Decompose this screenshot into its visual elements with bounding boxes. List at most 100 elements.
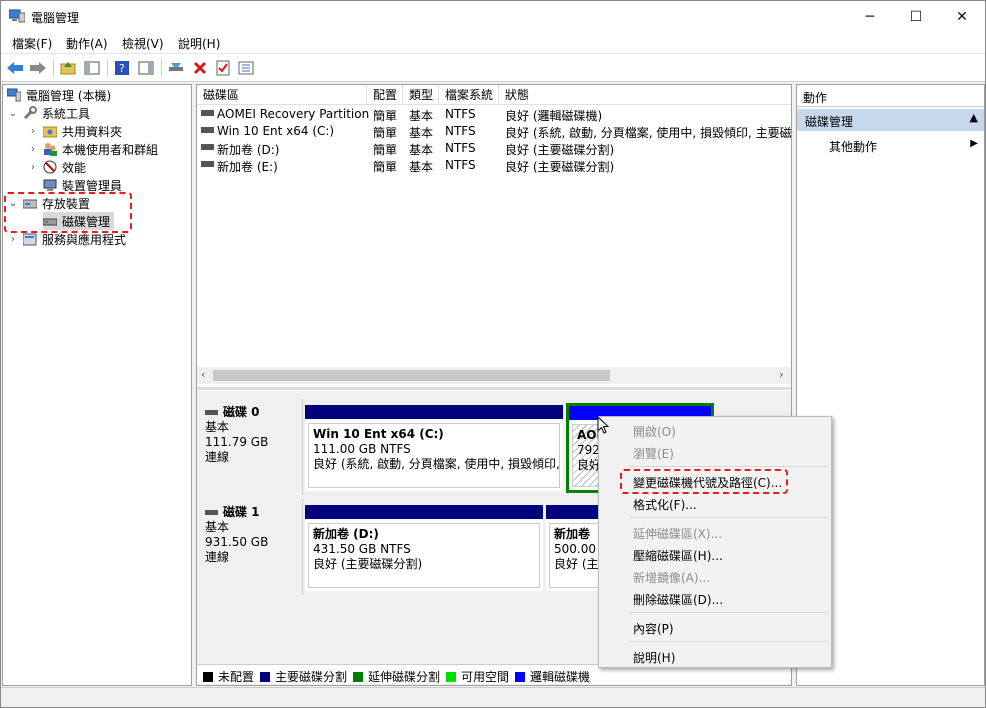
tree-item-local-users[interactable]: › 本機使用者和群組 (27, 140, 158, 158)
legend-item: 邏輯磁碟機 (515, 668, 590, 685)
menu-delete-volume[interactable]: 刪除磁碟區(D)... (633, 591, 723, 608)
column-status[interactable]: 狀態 (499, 85, 791, 105)
disk-name: 磁碟 1 (223, 505, 260, 519)
menu-add-mirror[interactable]: 新增鏡像(A)... (633, 569, 710, 586)
volume-filesystem: NTFS (445, 124, 476, 138)
chevron-down-icon[interactable]: ⌄ (7, 108, 19, 119)
chevron-right-icon[interactable]: › (27, 162, 39, 173)
actions-header: 動作 (797, 85, 984, 107)
title-bar: 電腦管理 ─ ☐ ✕ (1, 1, 985, 32)
column-type[interactable]: 類型 (403, 85, 439, 105)
connect-icon[interactable] (167, 59, 185, 77)
mouse-cursor-icon (597, 415, 610, 437)
disk-type: 基本 (205, 520, 230, 534)
actions-section-disk-management[interactable]: 磁碟管理 ▲ (797, 109, 984, 131)
toolbar: ? (1, 54, 985, 82)
volume-row[interactable]: 新加卷 (E:) 簡單 基本 NTFS 良好 (主要磁碟分割) (197, 157, 791, 174)
menu-format[interactable]: 格式化(F)... (633, 496, 697, 513)
help-icon[interactable]: ? (113, 59, 131, 77)
scrollbar-thumb[interactable] (213, 370, 610, 381)
menu-explore[interactable]: 瀏覽(E) (633, 445, 674, 462)
volume-row[interactable]: Win 10 Ent x64 (C:) 簡單 基本 NTFS 良好 (系統, 啟… (197, 123, 791, 140)
minimize-button[interactable]: ─ (847, 1, 893, 32)
tree-label-system-tools: 系統工具 (42, 106, 91, 121)
close-button[interactable]: ✕ (939, 1, 985, 32)
highlight-change-letter-box (620, 469, 788, 494)
column-filesystem[interactable]: 檔案系統 (439, 85, 499, 105)
partition-size: 111.00 GB NTFS (313, 442, 411, 456)
legend-swatch (446, 671, 456, 682)
pane-splitter[interactable] (197, 387, 791, 390)
properties-list-icon[interactable] (237, 59, 255, 77)
actions-section-label: 磁碟管理 (805, 115, 854, 129)
back-arrow-icon[interactable] (6, 59, 24, 77)
legend-item: 可用空間 (446, 668, 509, 685)
menu-shrink-volume[interactable]: 壓縮磁碟區(H)... (633, 547, 723, 564)
volume-layout: 簡單 (373, 126, 398, 140)
chevron-right-icon[interactable]: › (27, 144, 39, 155)
highlight-storage-box (4, 192, 132, 233)
menu-extend-volume[interactable]: 延伸磁碟區(X)... (633, 525, 722, 542)
menu-help[interactable]: 說明(H) (178, 35, 220, 52)
tree-item-shared-folders[interactable]: › 共用資料夾 (27, 122, 122, 140)
disk-1-label[interactable]: 磁碟 1 基本 931.50 GB 連線 (199, 499, 303, 595)
menu-help[interactable]: 說明(H) (633, 649, 675, 666)
volume-type: 基本 (409, 160, 434, 174)
menu-bar: 檔案(F) 動作(A) 檢視(V) 說明(H) (1, 32, 985, 54)
collapse-up-icon[interactable]: ▲ (970, 111, 978, 124)
volume-row[interactable]: AOMEI Recovery Partition 簡單 基本 NTFS 良好 (… (197, 106, 791, 123)
volume-icon (201, 144, 214, 150)
partition-name: 新加卷 (D:) (313, 527, 379, 541)
tree-item-system-tools[interactable]: ⌄ 系統工具 (7, 104, 90, 122)
tree-label-shared-folders: 共用資料夾 (62, 124, 123, 139)
horizontal-scrollbar[interactable]: ‹ › (197, 367, 791, 384)
menu-file[interactable]: 檔案(F) (12, 35, 52, 52)
legend-swatch (515, 671, 525, 682)
status-bar (1, 687, 985, 707)
partition-c[interactable]: Win 10 Ent x64 (C:) 111.00 GB NTFS 良好 (系… (305, 405, 563, 491)
disk-icon (205, 510, 218, 515)
tree-label-device-manager: 裝置管理員 (62, 178, 123, 193)
scroll-left-icon[interactable]: ‹ (201, 368, 205, 381)
menu-action[interactable]: 動作(A) (66, 35, 108, 52)
menu-view[interactable]: 檢視(V) (122, 35, 164, 52)
partition-context-menu: 開啟(O) 瀏覽(E) 變更磁碟機代號及路徑(C)... 格式化(F)... 延… (598, 416, 832, 668)
performance-icon (43, 160, 57, 174)
tools-icon (23, 106, 37, 120)
menu-open[interactable]: 開啟(O) (633, 423, 676, 440)
legend-swatch (203, 671, 213, 682)
legend-swatch (353, 671, 363, 682)
column-volume[interactable]: 磁碟區 (197, 85, 367, 105)
disk-0-label[interactable]: 磁碟 0 基本 111.79 GB 連線 (199, 399, 303, 495)
volume-list-header: 磁碟區 配置 類型 檔案系統 狀態 (197, 85, 791, 105)
column-layout[interactable]: 配置 (367, 85, 403, 105)
computer-management-window: 電腦管理 ─ ☐ ✕ 檔案(F) 動作(A) 檢視(V) 說明(H) ? 電腦管… (0, 0, 986, 708)
actions-more[interactable]: 其他動作 ▶ (797, 135, 984, 155)
app-icon (8, 9, 26, 23)
users-icon (43, 142, 57, 156)
disk-state: 連線 (205, 450, 230, 464)
maximize-button[interactable]: ☐ (893, 1, 939, 32)
show-action-pane-icon[interactable] (137, 59, 155, 77)
forward-arrow-icon[interactable] (29, 59, 47, 77)
up-folder-icon[interactable] (59, 59, 77, 77)
volume-layout: 簡單 (373, 160, 398, 174)
legend-item: 延伸磁碟分割 (353, 668, 440, 685)
delete-icon[interactable] (191, 59, 209, 77)
show-hide-tree-icon[interactable] (83, 59, 101, 77)
volume-name: Win 10 Ent x64 (C:) (217, 124, 335, 138)
menu-properties[interactable]: 內容(P) (633, 620, 674, 637)
chevron-right-icon[interactable]: › (27, 126, 39, 137)
partition-d[interactable]: 新加卷 (D:) 431.50 GB NTFS 良好 (主要磁碟分割) (305, 505, 543, 591)
check-document-icon[interactable] (214, 59, 232, 77)
volume-status: 良好 (主要磁碟分割) (505, 160, 615, 174)
actions-more-label: 其他動作 (829, 140, 878, 154)
tree-item-performance[interactable]: › 效能 (27, 158, 86, 176)
volume-icon (201, 161, 214, 167)
services-icon (22, 232, 37, 246)
volume-row[interactable]: 新加卷 (D:) 簡單 基本 NTFS 良好 (主要磁碟分割) (197, 140, 791, 157)
scroll-right-icon[interactable]: › (779, 368, 783, 381)
chevron-right-icon[interactable]: › (7, 234, 19, 245)
tree-item-computer-management[interactable]: 電腦管理 (本機) (6, 86, 111, 104)
volume-name: 新加卷 (E:) (217, 160, 278, 174)
